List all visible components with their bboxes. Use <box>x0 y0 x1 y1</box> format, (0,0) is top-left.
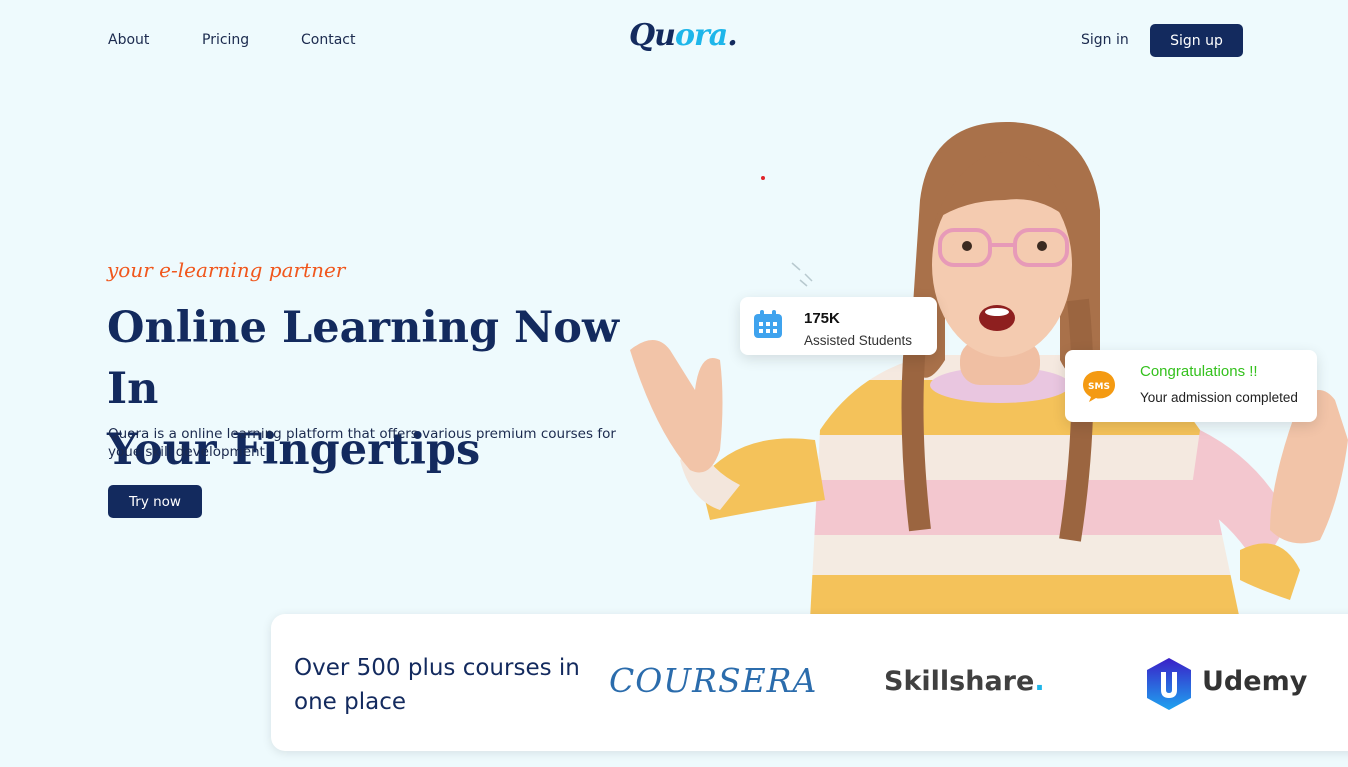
nav-pricing[interactable]: Pricing <box>202 32 249 48</box>
congrats-message: Your admission completed <box>1140 390 1298 405</box>
try-now-button[interactable]: Try now <box>108 485 202 518</box>
coursera-logo: COURSERA <box>609 661 818 700</box>
svg-text:SMS: SMS <box>1088 382 1110 392</box>
students-card: 175K Assisted Students <box>740 297 937 355</box>
signin-link[interactable]: Sign in <box>1081 32 1129 48</box>
congrats-card: SMS Congratulations !! Your admission co… <box>1065 350 1317 422</box>
skillshare-logo: Skillshare. <box>884 666 1045 697</box>
headline-line1: Online Learning Now In <box>107 303 619 414</box>
congrats-title: Congratulations !! <box>1140 363 1258 380</box>
udemy-logo: Udemy <box>1202 666 1308 697</box>
udemy-icon <box>1147 658 1191 710</box>
logo[interactable]: Quora. <box>629 18 738 53</box>
partners-bar: Over 500 plus courses in one place COURS… <box>271 614 1348 751</box>
hero-tagline: your e-learning partner <box>107 258 346 282</box>
students-count: 175K <box>804 310 840 327</box>
logo-main: Qu <box>629 18 676 53</box>
hero-description: Quora is a online learning platform that… <box>108 426 616 460</box>
logo-end: . <box>727 18 738 53</box>
skillshare-dot: . <box>1034 666 1045 697</box>
sms-icon: SMS <box>1083 371 1115 402</box>
students-label: Assisted Students <box>804 333 913 348</box>
nav-about[interactable]: About <box>108 32 149 48</box>
nav-contact[interactable]: Contact <box>301 32 355 48</box>
signup-button[interactable]: Sign up <box>1150 24 1243 57</box>
logo-accent: ora <box>674 18 728 53</box>
partners-heading: Over 500 plus courses in one place <box>294 655 580 715</box>
calendar-icon <box>754 310 782 338</box>
skillshare-text: Skillshare <box>884 666 1035 697</box>
